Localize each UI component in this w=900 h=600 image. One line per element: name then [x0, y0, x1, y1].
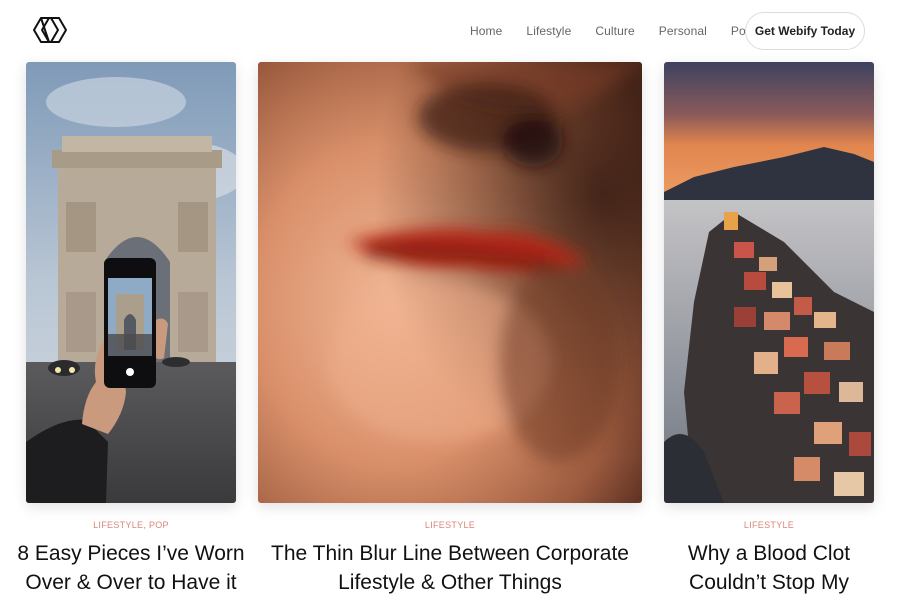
post-category[interactable]: LIFESTYLE: [258, 520, 642, 530]
post-title[interactable]: 8 Easy Pieces I’ve Worn Over & Over to H…: [6, 539, 256, 597]
get-webify-button[interactable]: Get Webify Today: [745, 12, 865, 50]
post-category[interactable]: LIFESTYLE: [664, 520, 874, 530]
post-title-line-2: Lifestyle & Other Things: [338, 571, 562, 594]
post-category[interactable]: LIFESTYLE, POP: [26, 520, 236, 530]
post-image-coastal-village[interactable]: [664, 62, 874, 503]
post-title-line-1: Why a Blood Clot: [687, 542, 851, 565]
logo-icon[interactable]: [32, 15, 68, 45]
post-title-line-1: 8 Easy Pieces I’ve Worn: [17, 542, 245, 565]
post-image-blurred-face[interactable]: [258, 62, 642, 503]
post-title-line-2: Couldn’t Stop My: [689, 571, 849, 594]
main-nav: Home Lifestyle Culture Personal Pop: [470, 22, 777, 40]
nav-item-personal[interactable]: Personal: [659, 24, 707, 38]
nav-item-lifestyle[interactable]: Lifestyle: [526, 24, 571, 38]
nav-item-culture[interactable]: Culture: [595, 24, 634, 38]
nav-item-home[interactable]: Home: [470, 24, 502, 38]
post-title[interactable]: Why a Blood Clot Couldn’t Stop My: [644, 539, 894, 597]
post-image-arc-de-triomphe[interactable]: [26, 62, 236, 503]
post-title[interactable]: The Thin Blur Line Between Corporate Lif…: [238, 539, 662, 597]
post-title-line-2: Over & Over to Have it: [25, 571, 237, 594]
site-header: Home Lifestyle Culture Personal Pop Get …: [0, 0, 900, 62]
post-title-line-1: The Thin Blur Line Between Corporate: [271, 542, 629, 565]
